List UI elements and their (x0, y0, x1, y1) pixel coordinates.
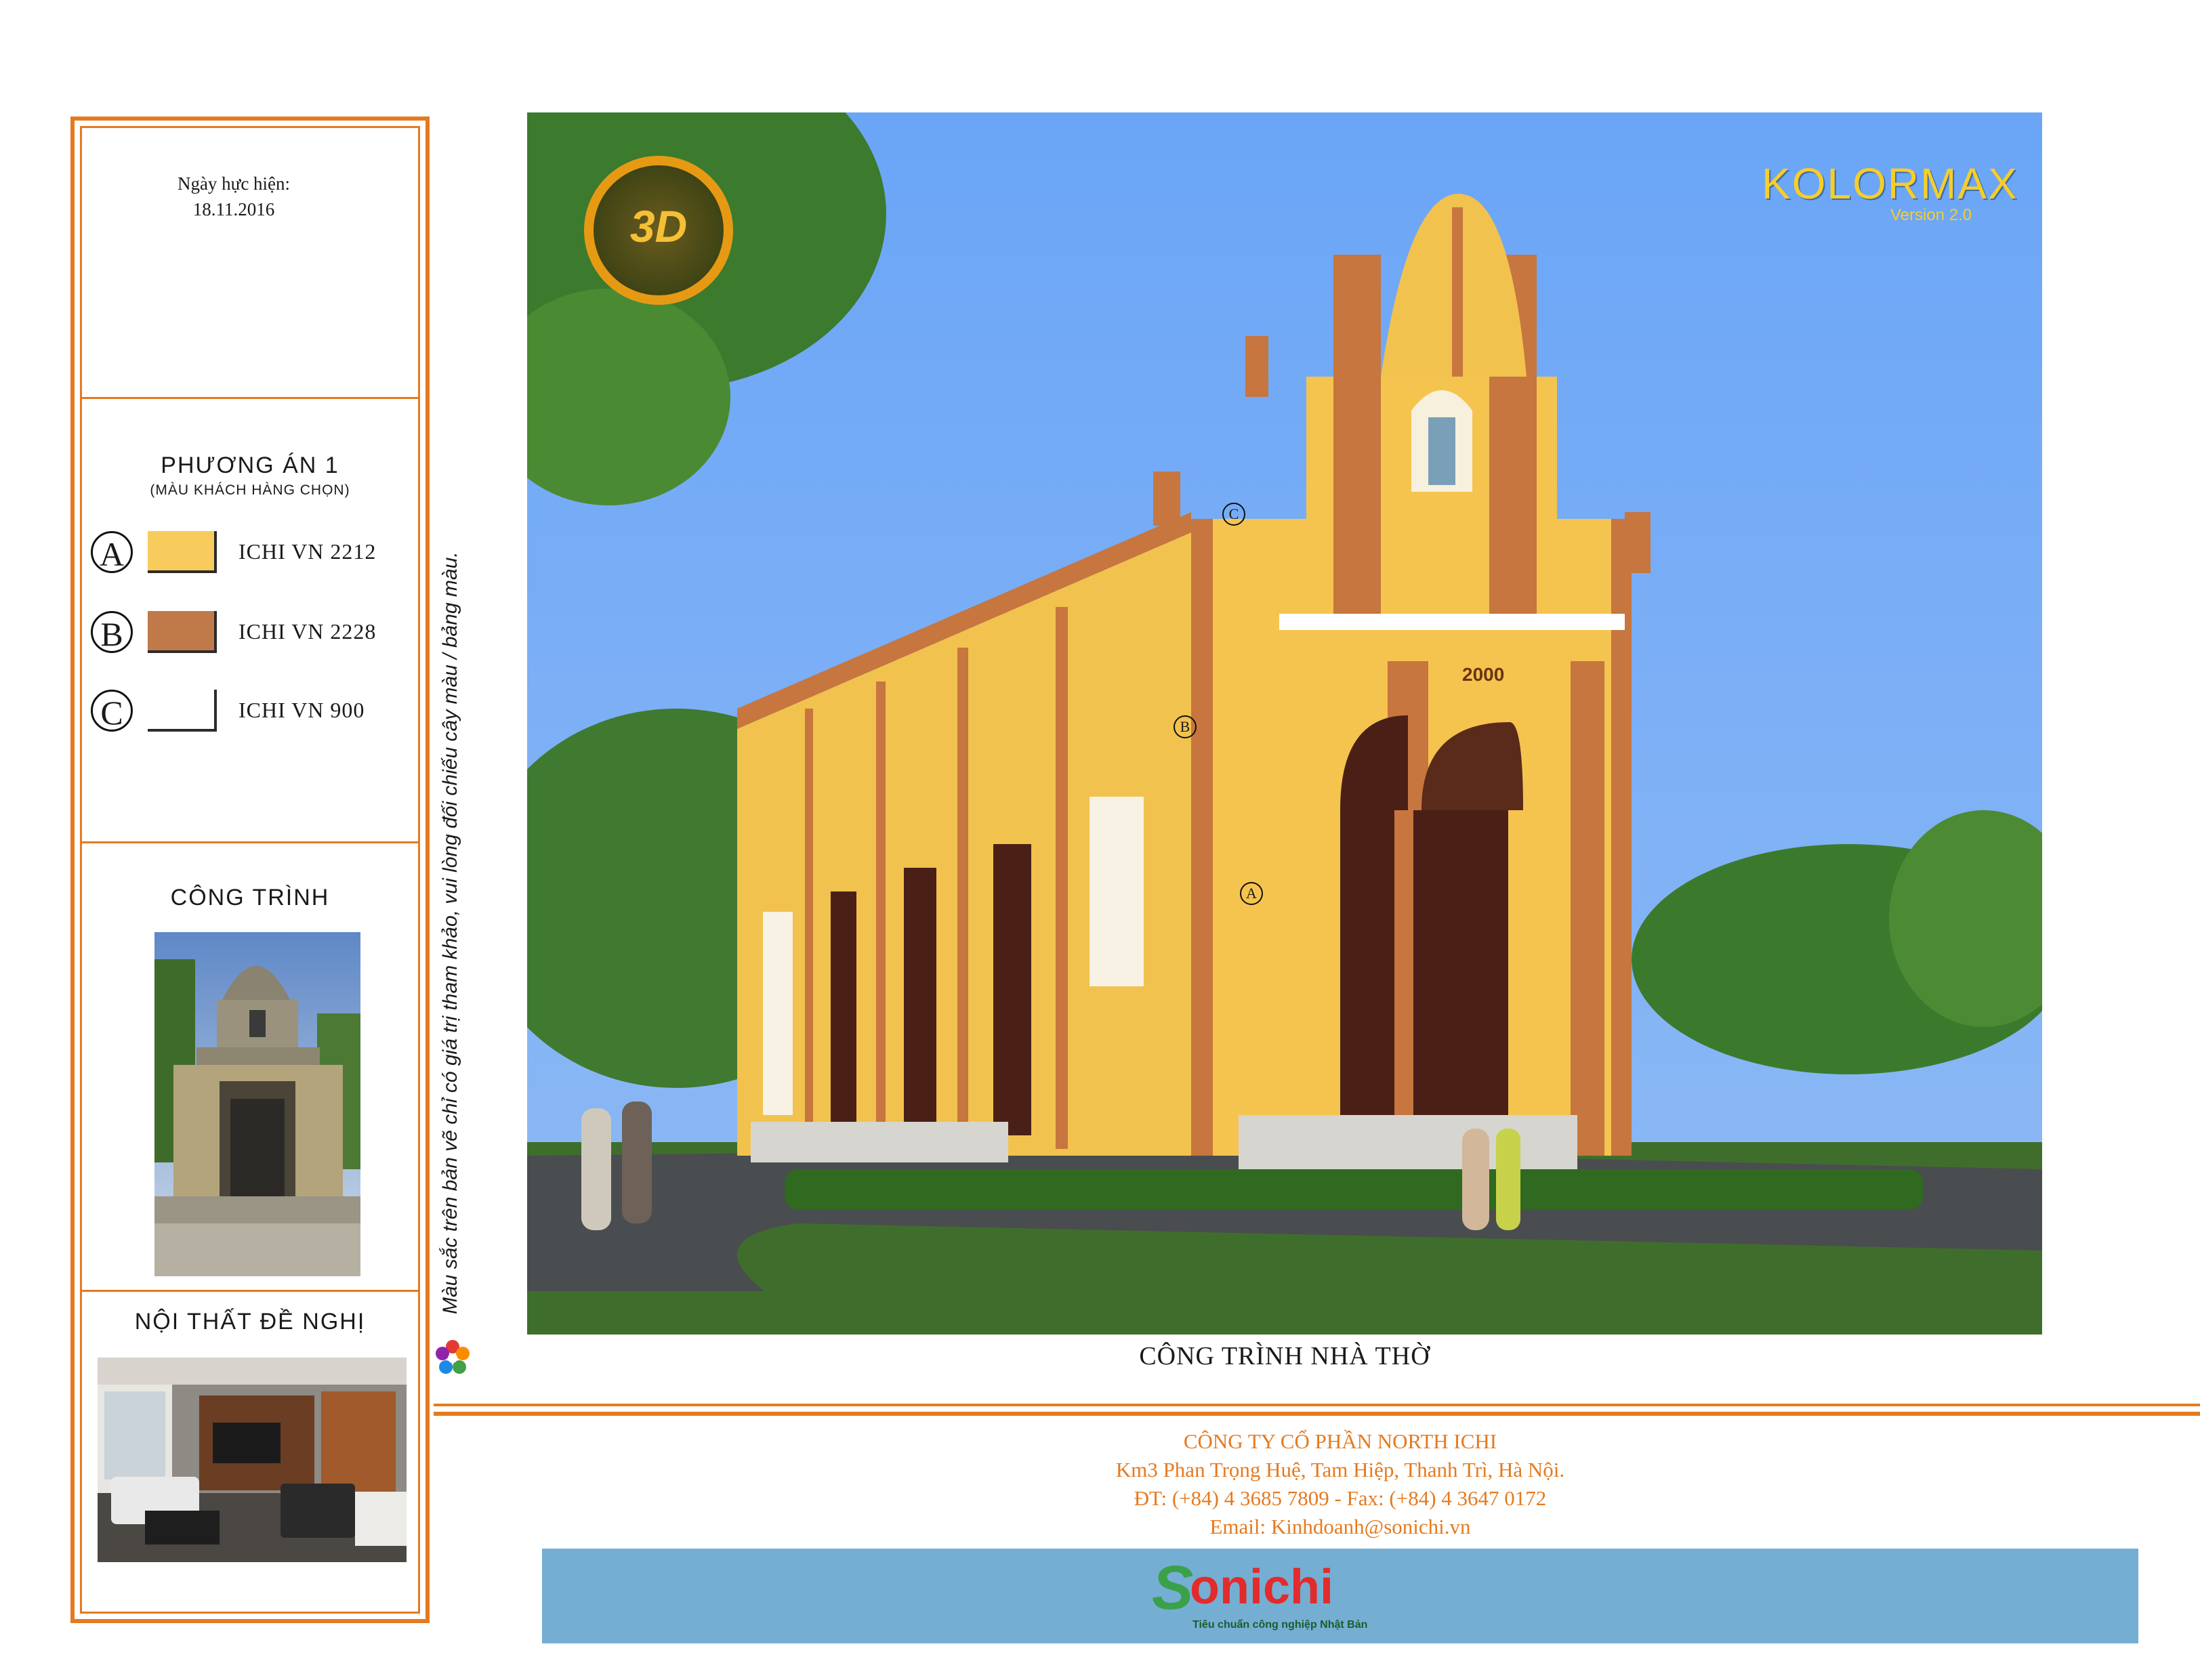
church-render (527, 112, 2042, 1335)
date-value: 18.11.2016 (192, 199, 275, 219)
swatch-letter-a: A (91, 531, 133, 573)
kolormax-version: Version 2.0 (1890, 206, 1972, 224)
color-swatch-c (148, 690, 217, 732)
building-photo (154, 932, 360, 1276)
swatch-letter-c: C (91, 690, 133, 732)
panel-divider (80, 841, 420, 843)
palette-title: PHƯƠNG ÁN 1 (161, 453, 339, 478)
swatch-letter-b: B (91, 611, 133, 653)
company-address: Km3 Phan Trọng Huệ, Tam Hiệp, Thanh Trì,… (1115, 1458, 1565, 1482)
3d-badge: 3D (584, 156, 733, 305)
year-plaque: 2000 (1462, 664, 1505, 685)
company-name: CÔNG TY CỔ PHẦN NORTH ICHI (1183, 1429, 1497, 1453)
sonichi-logo: S onichi Tiêu chuẩn công nghiệp Nhật Bản (1152, 1553, 1450, 1638)
kolormax-logo: KOLORMAX (1762, 159, 2018, 208)
logo-banner: S onichi Tiêu chuẩn công nghiệp Nhật Bản (542, 1549, 2138, 1643)
color-code-a: ICHI VN 2212 (238, 539, 377, 564)
panel-divider (80, 397, 420, 399)
logo-tagline: Tiêu chuẩn công nghiệp Nhật Bản (1192, 1619, 1368, 1631)
company-phone: ĐT: (+84) 4 3685 7809 - Fax: (+84) 4 364… (1134, 1486, 1547, 1510)
interior-section-title: NỘI THẤT ĐỀ NGHỊ (134, 1309, 366, 1335)
3d-badge-text: 3D (629, 201, 688, 251)
color-disclaimer: Màu sắc trên bản vẽ chỉ có giá trị tham … (439, 551, 461, 1314)
color-code-b: ICHI VN 2228 (238, 619, 377, 644)
marker-b: B (1174, 715, 1197, 738)
logo-initial: S (1152, 1553, 1194, 1622)
render-caption: CÔNG TRÌNH NHÀ THỜ (1139, 1342, 1430, 1370)
panel-divider (80, 1290, 420, 1292)
marker-c: C (1222, 503, 1245, 526)
footer-line-top (434, 1404, 2200, 1406)
palette-subtitle: (MÀU KHÁCH HÀNG CHỌN) (150, 482, 350, 498)
footer-line-bottom (434, 1412, 2200, 1416)
flower-icon (434, 1339, 472, 1377)
color-swatch-b (148, 611, 217, 653)
color-swatch-a (148, 531, 217, 573)
logo-text: onichi (1190, 1560, 1333, 1614)
interior-photo (98, 1358, 407, 1562)
date-block: Ngày hực hiện: 18.11.2016 (156, 171, 312, 222)
color-code-c: ICHI VN 900 (238, 698, 365, 722)
date-label: Ngày hực hiện: (177, 173, 291, 194)
marker-a: A (1240, 882, 1263, 905)
building-section-title: CÔNG TRÌNH (170, 885, 330, 910)
company-email: Email: Kinhdoanh@sonichi.vn (1209, 1515, 1471, 1538)
